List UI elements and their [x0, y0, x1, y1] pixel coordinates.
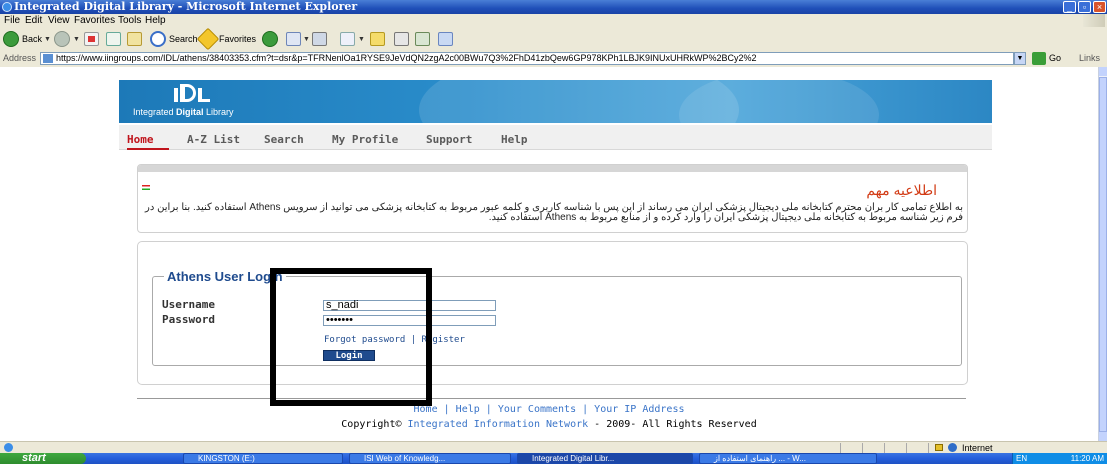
footer-comments-link[interactable]: Your Comments [498, 404, 576, 415]
task-integrated-digital-library[interactable]: Integrated Digital Libr... [517, 453, 693, 464]
address-input[interactable]: https://www.iingroups.com/IDL/athens/384… [40, 52, 1014, 65]
nav-my-profile[interactable]: My Profile [332, 133, 398, 146]
window-title-bar[interactable]: Integrated Digital Library - Microsoft I… [0, 0, 1107, 14]
stop-icon[interactable] [84, 32, 99, 46]
login-legend: Athens User Login [164, 269, 286, 284]
nav-active-underline [127, 148, 169, 150]
vertical-scrollbar[interactable] [1098, 67, 1107, 441]
back-dropdown-icon[interactable]: ▼ [44, 36, 51, 43]
mail-dropdown-icon[interactable]: ▼ [303, 36, 310, 43]
ssl-lock-icon[interactable] [935, 444, 943, 451]
annotation-highlight-box [270, 268, 432, 406]
menu-tools[interactable]: Tools [118, 14, 141, 27]
address-url[interactable]: https://www.iingroups.com/IDL/athens/384… [56, 53, 757, 63]
refresh-icon[interactable] [106, 32, 121, 46]
nav-a-z-list[interactable]: A-Z List [187, 133, 240, 146]
nav-help[interactable]: Help [501, 133, 528, 146]
start-button[interactable]: start [0, 453, 86, 464]
favorites-label[interactable]: Favorites [219, 33, 256, 45]
address-label: Address [3, 53, 37, 63]
username-label: Username [162, 298, 215, 311]
favorites-star-icon[interactable] [196, 27, 220, 51]
internet-zone-icon [948, 443, 957, 452]
back-arrow-icon[interactable] [3, 31, 19, 47]
forward-arrow-icon[interactable] [54, 31, 70, 47]
notice-body: به اطلاع تمامی کار بران محترم کتابخانه م… [145, 202, 963, 223]
footer-help-link[interactable]: Help [456, 404, 480, 415]
go-button[interactable]: Go [1049, 53, 1061, 63]
home-icon[interactable] [127, 32, 142, 46]
task-kingston[interactable]: KINGSTON (E:) [183, 453, 343, 464]
windows-logo-icon [1083, 14, 1105, 27]
close-button[interactable]: × [1093, 1, 1106, 13]
ie-logo-icon [2, 2, 12, 12]
copyright-org-link[interactable]: Integrated Information Network [408, 419, 589, 430]
research-icon[interactable] [394, 32, 409, 46]
word-edit-icon[interactable] [340, 32, 355, 46]
search-icon[interactable] [150, 31, 166, 47]
menu-bar: File Edit View Favorites Tools Help [0, 14, 1107, 28]
login-panel: Athens User Login Username Password s_na… [137, 241, 968, 385]
notice-title: اطلاعیه مهم [866, 182, 937, 198]
messenger-icon[interactable] [415, 32, 430, 46]
menu-help[interactable]: Help [145, 14, 166, 27]
scroll-up-icon[interactable] [1099, 67, 1107, 76]
search-label[interactable]: Search [169, 33, 198, 45]
mail-icon[interactable] [286, 32, 301, 46]
notice-topbar [138, 165, 967, 172]
footer-ip-link[interactable]: Your IP Address [594, 404, 684, 415]
quick-launch-icons[interactable] [108, 454, 150, 463]
taskbar-clock[interactable]: 11:20 AM [1071, 453, 1104, 464]
minimize-button[interactable]: _ [1063, 1, 1076, 13]
nav-search[interactable]: Search [264, 133, 304, 146]
menu-favorites[interactable]: Favorites [74, 14, 115, 27]
address-bar: Address https://www.iingroups.com/IDL/at… [0, 51, 1107, 68]
nav-support[interactable]: Support [426, 133, 472, 146]
users-icon[interactable] [438, 32, 453, 46]
site-tagline: Integrated Digital Library [133, 107, 234, 117]
go-arrow-icon[interactable] [1032, 52, 1046, 65]
history-icon[interactable] [262, 31, 278, 47]
idl-logo[interactable] [174, 82, 214, 104]
address-dropdown-icon[interactable]: ▼ [1014, 52, 1026, 65]
scrollbar-thumb[interactable] [1099, 77, 1107, 432]
page-status-icon [4, 443, 13, 452]
password-label: Password [162, 313, 215, 326]
scroll-down-icon[interactable] [1099, 432, 1107, 441]
site-nav: Home A-Z List Search My Profile Support … [119, 125, 992, 150]
footer-links: Home | Help | Your Comments | Your IP Ad… [413, 404, 685, 415]
folder-icon[interactable] [370, 32, 385, 46]
links-button[interactable]: Links [1079, 53, 1100, 63]
menu-view[interactable]: View [48, 14, 70, 27]
notice-box: اطلاعیه مهم به اطلاع تمامی کار بران محتر… [137, 164, 968, 233]
task-isi-web[interactable]: ISI Web of Knowledg... [349, 453, 511, 464]
site-header-banner: Integrated Digital Library [119, 80, 992, 123]
toolbar: Back ▼ ▼ Search Favorites ▼ ▼ [0, 27, 1107, 52]
copyright-text: Copyright© Integrated Information Networ… [341, 419, 757, 430]
page-icon [43, 54, 53, 63]
window-title: Integrated Digital Library - Microsoft I… [14, 0, 358, 13]
back-label[interactable]: Back [22, 33, 42, 45]
maximize-button[interactable]: ▫ [1078, 1, 1091, 13]
windows-taskbar: start KINGSTON (E:) ISI Web of Knowledg.… [0, 453, 1107, 464]
forward-dropdown-icon[interactable]: ▼ [73, 36, 80, 43]
page-viewport: Integrated Digital Library Home A-Z List… [0, 67, 1098, 441]
menu-edit[interactable]: Edit [25, 14, 42, 27]
system-tray: EN 11:20 AM [1012, 453, 1107, 464]
menu-file[interactable]: File [4, 14, 20, 27]
iran-flag-icon [142, 185, 150, 190]
globe-decoration-2 [679, 80, 879, 123]
language-indicator[interactable]: EN [1016, 453, 1027, 464]
print-icon[interactable] [312, 32, 327, 46]
nav-home[interactable]: Home [127, 133, 154, 146]
task-word-document[interactable]: راهنمای استفاده از ... - W... [699, 453, 877, 464]
edit-dropdown-icon[interactable]: ▼ [358, 36, 365, 43]
footer-divider [137, 398, 966, 399]
